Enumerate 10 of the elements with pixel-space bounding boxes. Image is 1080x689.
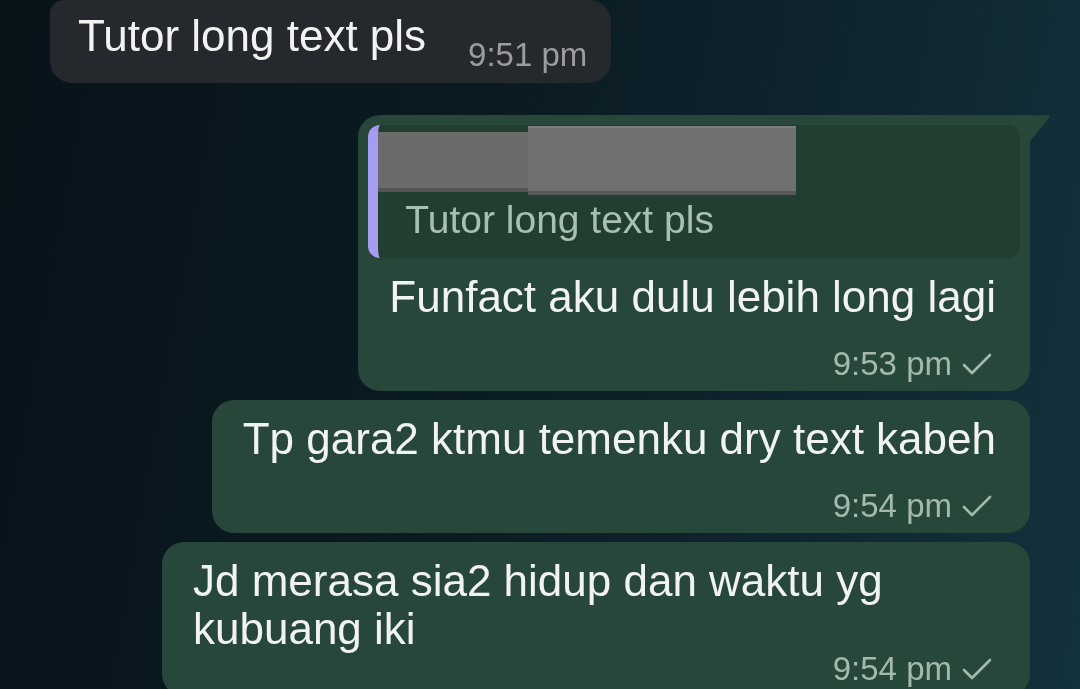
message-text: Funfact aku dulu lebih long lagi (389, 272, 996, 321)
message-time: 9:53 pm (832, 348, 952, 380)
quoted-text: Tutor long text pls (405, 199, 714, 241)
message-time: 9:51 pm (468, 38, 588, 72)
message-time: 9:54 pm (832, 653, 952, 685)
message-text: Tp gara2 ktmu temenku dry text kabeh (242, 414, 996, 463)
message-text: Tutor long text pls (78, 12, 427, 60)
message-text: Jd merasa sia2 hidup dan waktu yg kubuang iki (193, 556, 883, 653)
quoted-message[interactable]: Tutor long text pls (368, 125, 1020, 258)
message-time: 9:54 pm (832, 490, 952, 522)
